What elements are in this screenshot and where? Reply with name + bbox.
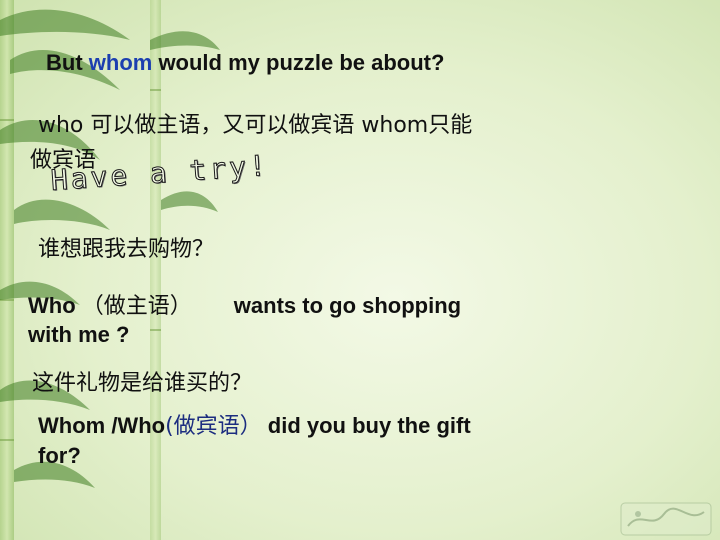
example2-english-line1: Whom /Who(做宾语） did you buy the gift xyxy=(38,408,471,440)
example2-grammar-note: (做宾语） xyxy=(165,414,262,439)
example1-predicate: wants to go shopping xyxy=(233,293,462,318)
example1-english-line2: with me ? xyxy=(28,322,130,347)
question-suffix: would my puzzle be about? xyxy=(152,50,445,75)
question-prefix: But xyxy=(46,50,89,75)
example2-predicate: did you buy the gift xyxy=(261,413,471,438)
question-highlight: whom xyxy=(88,50,153,75)
question-line: But whom would my puzzle be about? xyxy=(46,50,444,76)
example1-subject: Who xyxy=(28,293,76,318)
example1-english-line1: Who （做主语） wants to go shopping xyxy=(28,288,461,320)
slide: But whom would my puzzle be about? who 可… xyxy=(0,0,720,540)
example2-chinese: 这件礼物是给谁买的？ xyxy=(32,371,253,396)
bamboo-decoration xyxy=(0,0,220,540)
rule-line-1: who 可以做主语，又可以做宾语 whom只能 xyxy=(38,113,473,138)
example2-english-line2: for? xyxy=(38,443,81,468)
example1-chinese: 谁想跟我去购物？ xyxy=(38,237,215,262)
example2-object: Whom /Who xyxy=(38,413,166,438)
example1-grammar-note: （做主语） xyxy=(81,294,192,319)
watermark-logo xyxy=(620,502,712,536)
